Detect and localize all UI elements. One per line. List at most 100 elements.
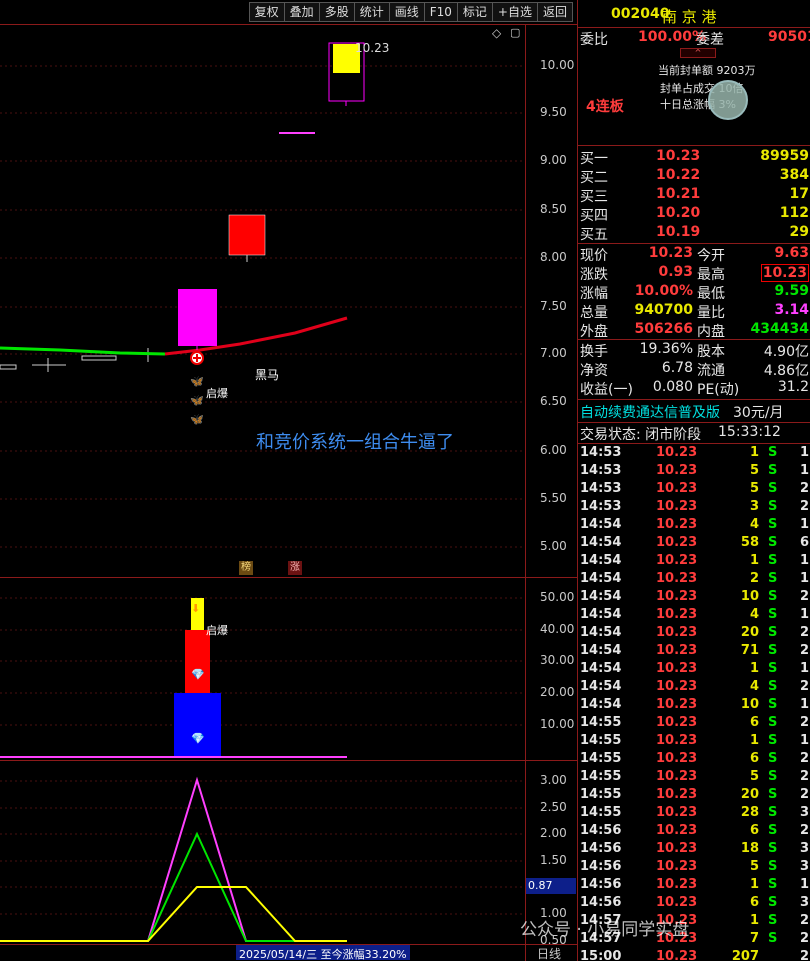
candle-1 — [178, 289, 217, 346]
bid-row[interactable]: 买四 10.20 112 — [578, 205, 810, 224]
tick-volume: 6 — [749, 715, 759, 730]
quote-value: 10.23 — [648, 245, 693, 261]
butterfly-yellow-icon: 🦋 — [190, 394, 204, 407]
zhang-badge[interactable]: 涨 — [288, 561, 302, 575]
fund-label: PE(动) — [697, 382, 740, 398]
tick-volume: 28 — [740, 805, 759, 820]
expand-button[interactable]: ^ — [680, 48, 716, 58]
comment-text: 和竞价系统一组合牛逼了 — [256, 432, 454, 453]
tick-time: 14:54 — [580, 661, 622, 676]
chart-canvas: 🦋 🦋 🦋 💎 💎 ⬇ — [0, 42, 525, 942]
tick-price: 10.23 — [656, 769, 698, 784]
diamond-icon[interactable]: ◇ — [492, 26, 501, 40]
tick-time: 14:56 — [580, 859, 622, 874]
tick-time: 14:55 — [580, 769, 622, 784]
quote-row: 现价 10.23 今开 9.63 — [578, 245, 810, 264]
tick-price: 10.23 — [656, 499, 698, 514]
tick-time: 14:53 — [580, 481, 622, 496]
tick-count: 2 — [800, 931, 810, 946]
heima-label: 黑马 — [255, 368, 280, 382]
tick-side: S — [768, 607, 778, 622]
tick-count: 3 — [800, 841, 810, 856]
tick-side: S — [768, 661, 778, 676]
tick-volume: 1 — [749, 733, 759, 748]
axis-tick: 7.00 — [540, 346, 567, 360]
tick-side: S — [768, 463, 778, 478]
bid-row[interactable]: 买三 10.21 17 — [578, 186, 810, 205]
tick-count: 2 — [800, 499, 810, 514]
fund-label: 换手 — [580, 344, 608, 360]
tick-volume: 1 — [749, 913, 759, 928]
tick-time: 14:53 — [580, 499, 622, 514]
tick-time: 14:54 — [580, 643, 622, 658]
tick-side: S — [768, 823, 778, 838]
tick-row: 14:53 10.23 5 S 1 — [578, 463, 810, 481]
window-icon[interactable]: ▢ — [510, 26, 520, 39]
quote-label: 今开 — [697, 248, 725, 264]
tick-price: 10.23 — [656, 535, 698, 550]
tick-row: 14:56 10.23 1 S 1 — [578, 877, 810, 895]
bid-row[interactable]: 买二 10.22 384 — [578, 167, 810, 186]
tick-side: S — [768, 859, 778, 874]
bang-badge[interactable]: 榜 — [239, 561, 253, 575]
tick-row: 14:55 10.23 6 S 2 — [578, 715, 810, 733]
tick-time: 14:55 — [580, 751, 622, 766]
svg-text:💎: 💎 — [191, 732, 205, 745]
bid-label: 买二 — [580, 170, 608, 186]
bid-label: 买五 — [580, 227, 608, 243]
tick-price: 10.23 — [656, 805, 698, 820]
tick-count: 2 — [800, 679, 810, 694]
quote-value: 9.63 — [774, 245, 809, 261]
tick-row: 14:55 10.23 20 S 2 — [578, 787, 810, 805]
tick-count: 2 — [800, 769, 810, 784]
tick-volume: 4 — [749, 607, 759, 622]
tick-row: 14:53 10.23 3 S 2 — [578, 499, 810, 517]
tick-count: 2 — [800, 913, 810, 928]
price-volume-separator — [0, 577, 577, 578]
watermark-text: 公众号 · 小易同学实盘 — [520, 920, 690, 940]
tick-count: 1 — [800, 553, 810, 568]
tick-price: 10.23 — [656, 517, 698, 532]
axis-tick: 9.50 — [540, 105, 567, 119]
tick-price: 10.23 — [656, 697, 698, 712]
tick-volume: 4 — [749, 517, 759, 532]
ad-text[interactable]: 自动续费通达信普及版 — [580, 402, 720, 422]
bid-row[interactable]: 买五 10.19 29 — [578, 224, 810, 243]
quote-row: 涨跌 0.93 最高 10.23 — [578, 264, 810, 283]
tick-count: 2 — [800, 823, 810, 838]
svg-text:💎: 💎 — [191, 668, 205, 681]
tick-time: 14:54 — [580, 697, 622, 712]
tick-row: 14:53 10.23 5 S 2 — [578, 481, 810, 499]
tick-price: 10.23 — [656, 643, 698, 658]
bid-row[interactable]: 买一 10.23 89959 — [578, 148, 810, 167]
quote-value: 10.23 — [760, 264, 809, 282]
quote-value: 9.59 — [774, 283, 809, 299]
tick-row: 14:56 10.23 18 S 3 — [578, 841, 810, 859]
tick-side: S — [768, 643, 778, 658]
tick-side: S — [768, 697, 778, 712]
period-selector[interactable]: 日线 — [537, 945, 561, 961]
tick-time: 14:54 — [580, 607, 622, 622]
fund-value: 0.080 — [652, 379, 693, 395]
tick-time: 14:55 — [580, 715, 622, 730]
tick-volume: 7 — [749, 931, 759, 946]
tick-time: 14:54 — [580, 553, 622, 568]
tick-time: 14:54 — [580, 589, 622, 604]
axis-separator — [525, 24, 526, 961]
refresh-icon[interactable] — [708, 80, 748, 120]
tick-price: 10.23 — [656, 715, 698, 730]
tick-row: 14:56 10.23 6 S 3 — [578, 895, 810, 913]
quote-value: 0.93 — [658, 264, 693, 280]
axis-tick: 1.50 — [540, 853, 567, 867]
tick-volume: 18 — [740, 841, 759, 856]
fund-value: 19.36% — [639, 341, 693, 357]
bid-price: 10.22 — [656, 167, 701, 183]
tick-time: 14:56 — [580, 823, 622, 838]
kline-chart[interactable]: 复权 叠加 多股 统计 画线 F10 标记 +自选 返回 🦋 🦋 🦋 💎 💎 ⬇… — [0, 0, 577, 961]
tick-volume: 1 — [749, 445, 759, 460]
ad-price[interactable]: 30元/月 — [733, 402, 784, 422]
tick-volume: 4 — [749, 679, 759, 694]
quote-label: 涨跌 — [580, 267, 608, 283]
tick-time: 14:54 — [580, 535, 622, 550]
quote-label: 最低 — [697, 286, 725, 302]
